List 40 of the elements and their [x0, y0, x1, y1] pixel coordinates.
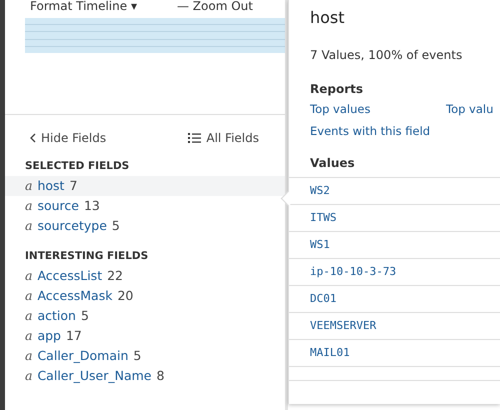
field-item[interactable]: a AccessList 22: [5, 266, 285, 286]
field-item[interactable]: a host 7: [5, 176, 285, 196]
value-row[interactable]: MAIL01: [289, 340, 500, 367]
string-type-icon: a: [25, 346, 32, 366]
string-type-icon: a: [25, 196, 32, 216]
zoom-out-button[interactable]: — Zoom Out: [176, 0, 253, 13]
value-row[interactable]: WS2: [289, 178, 500, 205]
reports-heading: Reports: [309, 82, 364, 96]
value-row[interactable]: DC01: [289, 286, 500, 313]
field-item[interactable]: a Caller_Domain 5: [5, 346, 285, 366]
format-timeline-menu[interactable]: Format Timeline ▾: [30, 0, 137, 13]
field-item[interactable]: a action 5: [5, 306, 285, 326]
chevron-left-icon: [30, 132, 36, 142]
hide-fields-link[interactable]: Hide Fields: [41, 130, 106, 144]
string-type-icon: a: [25, 216, 32, 236]
popup-title: host: [309, 8, 346, 29]
string-type-icon: a: [25, 366, 32, 386]
field-item[interactable]: a source 13: [5, 196, 285, 216]
field-item[interactable]: a Caller_User_Name 8: [5, 366, 285, 386]
string-type-icon: a: [25, 326, 32, 346]
field-item[interactable]: a sourcetype 5: [5, 216, 285, 236]
report-link[interactable]: Top valu: [446, 102, 500, 116]
value-row[interactable]: WS1: [289, 232, 500, 259]
field-item[interactable]: a AccessMask 20: [5, 286, 285, 306]
list-icon: [188, 132, 202, 142]
all-fields-link[interactable]: All Fields: [188, 127, 259, 148]
string-type-icon: a: [25, 176, 32, 196]
string-type-icon: a: [25, 286, 32, 306]
section-heading: INTERESTING FIELDS: [24, 250, 150, 262]
field-item[interactable]: a app 17: [5, 326, 285, 346]
values-heading: Values: [289, 156, 500, 178]
string-type-icon: a: [25, 266, 32, 286]
values-summary: 7 Values, 100% of events: [309, 48, 464, 62]
string-type-icon: a: [25, 306, 32, 326]
value-row[interactable]: ip-10-10-3-73: [289, 259, 500, 286]
value-row[interactable]: ITWS: [289, 205, 500, 232]
report-link[interactable]: Events with this field: [310, 124, 446, 138]
report-link[interactable]: Top values: [310, 102, 446, 116]
value-row[interactable]: VEEMSERVER: [289, 313, 500, 340]
section-heading: SELECTED FIELDS: [24, 160, 130, 172]
